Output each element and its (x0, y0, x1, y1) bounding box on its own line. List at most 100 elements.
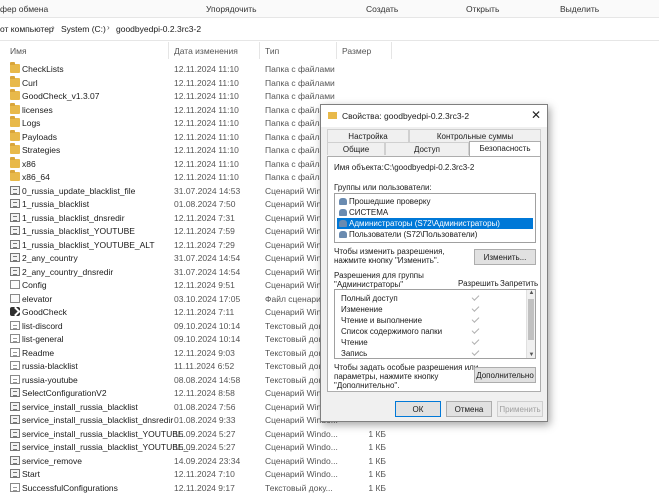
scrollbar-thumb[interactable] (528, 299, 534, 340)
file-date: 09.10.2024 10:14 (174, 334, 241, 344)
batch-script-icon (10, 266, 20, 276)
users-group-icon (339, 209, 347, 216)
column-divider[interactable] (168, 42, 169, 59)
file-date: 12.11.2024 7:29 (174, 239, 235, 250)
permission-name: Список содержимого папки (341, 327, 443, 336)
file-size: 1 КБ (368, 469, 386, 479)
file-name: GoodCheck_v1.3.07 (22, 91, 100, 101)
column-divider[interactable] (259, 42, 260, 59)
file-date: 31.07.2024 14:53 (174, 185, 241, 196)
file-name: elevator (22, 293, 53, 304)
batch-script-icon (10, 199, 20, 208)
folder-icon (10, 62, 20, 73)
file-size: 1 КБ (368, 442, 386, 452)
file-name: 1_russia_blacklist_YOUTUBE (22, 226, 135, 236)
permissions-list[interactable]: Полный доступ Изменение Чтение и выполне… (334, 289, 536, 359)
security-panel: Имя объекта: C:\goodbyedpi-0.2.3rc3-2 Гр… (327, 156, 541, 392)
column-type[interactable]: Тип (265, 46, 279, 56)
file-date: 01.08.2024 7:56 (174, 401, 236, 412)
column-header: Имя Дата изменения Тип Размер (0, 42, 659, 59)
file-size: 1 КБ (368, 455, 386, 466)
file-name: Config (22, 280, 47, 290)
column-date[interactable]: Дата изменения (174, 46, 238, 56)
ribbon-clipboard-label[interactable]: фер обмена (0, 4, 48, 14)
user-item-selected[interactable]: Администраторы (S72\Администраторы) (337, 218, 533, 229)
file-date: 12.11.2024 11:10 (174, 77, 239, 88)
file-name: 1_russia_blacklist_dnsredir (22, 212, 125, 223)
file-date: 12.11.2024 11:10 (174, 172, 239, 182)
column-divider[interactable] (336, 42, 337, 59)
tab-sharing[interactable]: Доступ (385, 142, 469, 155)
user-item[interactable]: СИСТЕМА (337, 207, 533, 218)
tab-settings[interactable]: Настройка (327, 129, 409, 142)
text-document-icon (10, 482, 20, 492)
breadcrumb-computer[interactable]: от компьютер (0, 24, 54, 34)
users-list[interactable]: Прошедшие проверку СИСТЕМА Администратор… (334, 193, 536, 243)
batch-script-icon (10, 226, 20, 235)
properties-dialog: Свойства: goodbyedpi-0.2.3rc3-2 ✕ Настро… (320, 104, 548, 422)
chevron-right-icon: › (52, 23, 55, 32)
address-bar[interactable]: от компьютер › System (C:) › goodbyedpi-… (0, 19, 659, 41)
allow-check-icon (471, 337, 480, 345)
advanced-button[interactable]: Дополнительно (474, 367, 536, 383)
file-name: 2_any_country_dnsredir (22, 266, 114, 277)
file-row[interactable]: service_install_russia_blacklist_YOUTUBE… (0, 427, 659, 441)
dialog-titlebar[interactable]: Свойства: goodbyedpi-0.2.3rc3-2 ✕ (321, 105, 547, 127)
scroll-down-icon[interactable]: ▼ (527, 352, 535, 358)
ribbon-select-label[interactable]: Выделить (560, 4, 599, 14)
text-document-icon (10, 361, 20, 370)
file-row[interactable]: service_remove 14.09.2024 23:34 Сценарий W… (0, 454, 659, 468)
file-row[interactable]: Start 12.11.2024 7:10 Сценарий Windo... 1 К… (0, 467, 659, 481)
file-row[interactable]: SuccessfulConfigurations 12.11.2024 9:17 Т… (0, 481, 659, 495)
allow-check-icon (471, 315, 480, 323)
file-date: 12.11.2024 11:10 (174, 104, 239, 115)
file-date: 31.07.2024 14:54 (174, 253, 241, 263)
permissions-scrollbar[interactable]: ▲ ▼ (526, 290, 535, 358)
file-size: 1 КБ (368, 428, 386, 439)
user-item[interactable]: Прошедшие проверку (337, 196, 533, 207)
tab-security[interactable]: Безопасность (469, 141, 541, 156)
column-size[interactable]: Размер (342, 46, 371, 56)
file-date: 15.09.2024 5:27 (174, 442, 236, 452)
close-icon[interactable]: ✕ (531, 108, 541, 122)
column-divider[interactable] (391, 42, 392, 59)
file-row[interactable]: GoodCheck_v1.3.07 12.11.2024 11:10 Папка с… (0, 89, 659, 103)
breadcrumb-drive[interactable]: System (C:) (61, 24, 106, 34)
change-button[interactable]: Изменить... (474, 249, 536, 265)
folder-icon (10, 89, 20, 100)
apply-button[interactable]: Применить (497, 401, 543, 417)
breadcrumb-folder[interactable]: goodbyedpi-0.2.3rc3-2 (116, 24, 201, 34)
cancel-button[interactable]: Отмена (446, 401, 492, 417)
batch-script-icon (10, 388, 20, 397)
file-size: 1 КБ (368, 482, 386, 493)
file-row[interactable]: CheckLists 12.11.2024 11:10 Папка с файлам… (0, 62, 659, 76)
file-date: 11.11.2024 6:52 (174, 361, 235, 371)
file-date: 01.08.2024 9:33 (174, 415, 236, 425)
column-name[interactable]: Имя (10, 46, 27, 56)
user-item[interactable]: Пользователи (S72\Пользователи) (337, 229, 533, 240)
file-type: Файл сценария (265, 293, 326, 304)
file-row[interactable]: service_install_russia_blacklist_YOUTUBE… (0, 440, 659, 454)
permissions-title: Разрешения для группы "Администраторы" (334, 271, 424, 289)
file-date: 12.11.2024 7:10 (174, 469, 235, 479)
ribbon-create-label[interactable]: Создать (366, 4, 398, 14)
ribbon-organize-label[interactable]: Упорядочить (206, 4, 257, 14)
file-name: 2_any_country (22, 253, 78, 263)
ok-button[interactable]: ОК (395, 401, 441, 417)
file-name: Start (22, 469, 40, 479)
file-row[interactable]: Curl 12.11.2024 11:10 Папка с файлами (0, 75, 659, 90)
file-date: 01.08.2024 7:50 (174, 199, 236, 209)
batch-script-icon (10, 428, 20, 438)
text-document-icon (10, 334, 20, 343)
file-date: 12.11.2024 11:10 (174, 64, 239, 74)
ribbon-open-label[interactable]: Открыть (466, 4, 499, 14)
object-name-label: Имя объекта: (334, 163, 384, 172)
file-name: x86 (22, 158, 36, 169)
goodcheck-app-icon (10, 307, 20, 316)
file-name: Logs (22, 118, 41, 128)
scroll-up-icon[interactable]: ▲ (527, 290, 535, 296)
file-name: 0_russia_update_blacklist_file (22, 185, 136, 196)
file-date: 15.09.2024 5:27 (174, 428, 236, 439)
tab-general[interactable]: Общие (327, 142, 385, 155)
file-name: Payloads (22, 131, 57, 142)
